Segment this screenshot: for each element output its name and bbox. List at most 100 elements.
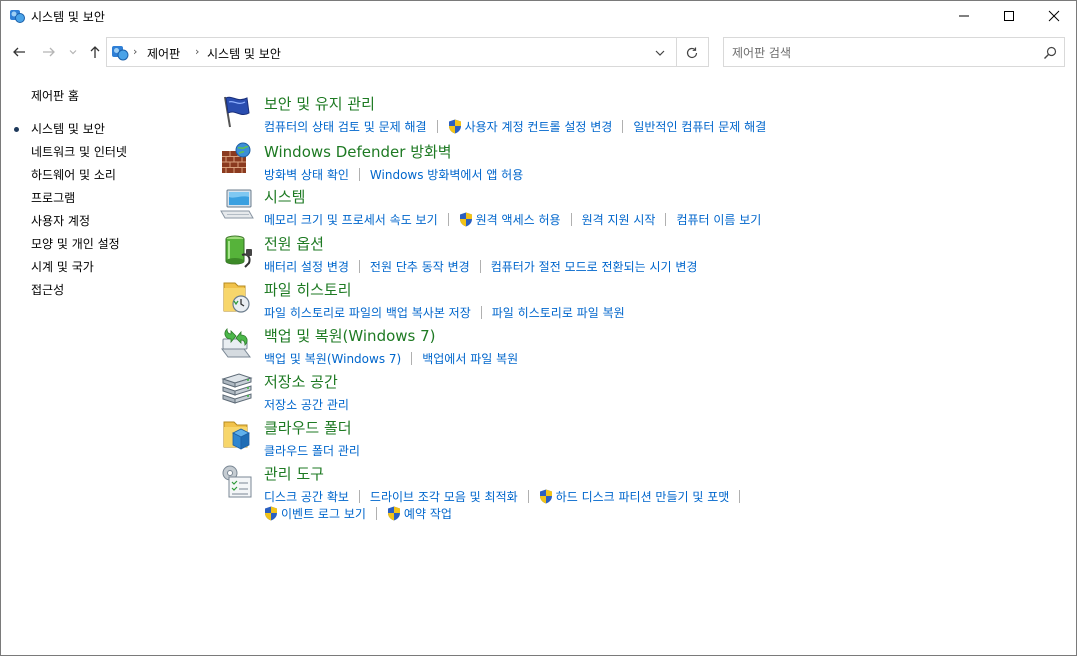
address-divider — [676, 38, 677, 66]
recent-locations-button[interactable] — [63, 42, 83, 62]
link-label: 일반적인 컴퓨터 문제 해결 — [633, 119, 767, 134]
cloud-folder-icon — [223, 421, 250, 450]
link-label: 배터리 설정 변경 — [264, 259, 349, 274]
nav-clock-region[interactable]: 시계 및 국가 — [31, 258, 94, 275]
link-restore-files[interactable]: 파일 히스토리로 파일 복원 — [492, 304, 625, 321]
link-label: 메모리 크기 및 프로세서 속도 보기 — [264, 212, 438, 227]
category-links: 저장소 공간 관리 — [264, 395, 349, 413]
category-links: 클라우드 폴더 관리 — [264, 441, 360, 459]
link-remote-assistance[interactable]: 원격 지원 시작 — [582, 211, 656, 228]
forward-button[interactable] — [39, 42, 59, 62]
nav-system-security[interactable]: 시스템 및 보안 — [31, 120, 105, 137]
link-firewall-status[interactable]: 방화벽 상태 확인 — [264, 166, 349, 183]
nav-hardware-sound[interactable]: 하드웨어 및 소리 — [31, 166, 116, 183]
link-label: 디스크 공간 확보 — [264, 489, 349, 504]
address-dropdown-button[interactable] — [652, 45, 668, 61]
category-links: 배터리 설정 변경 전원 단추 동작 변경 컴퓨터가 절전 모드로 전환되는 시… — [264, 257, 697, 275]
link-manage-storage[interactable]: 저장소 공간 관리 — [264, 396, 349, 413]
category-links: 백업 및 복원(Windows 7) 백업에서 파일 복원 — [264, 349, 518, 367]
link-remote-access[interactable]: 원격 액세스 허용 — [459, 211, 561, 228]
category-title[interactable]: 시스템 — [264, 186, 305, 207]
close-button[interactable] — [1031, 1, 1077, 31]
link-manage-cloud-folders[interactable]: 클라우드 폴더 관리 — [264, 442, 360, 459]
link-separator — [665, 212, 667, 226]
search-input[interactable] — [732, 44, 1032, 62]
uac-shield-icon — [459, 212, 472, 226]
category-links: 디스크 공간 확보 드라이브 조각 모음 및 최적화 하드 디스크 파티션 만들… — [264, 487, 750, 505]
link-label: 원격 액세스 허용 — [475, 212, 561, 227]
link-defragment[interactable]: 드라이브 조각 모음 및 최적화 — [370, 488, 518, 505]
backup-icon — [221, 328, 251, 358]
category-title[interactable]: 클라우드 폴더 — [264, 417, 352, 438]
navigation-bar: › 제어판 › 시스템 및 보안 — [1, 34, 1076, 70]
category-title[interactable]: 보안 및 유지 관리 — [264, 93, 375, 114]
breadcrumb-system-security[interactable]: 시스템 및 보안 — [207, 45, 281, 62]
link-disk-partitions[interactable]: 하드 디스크 파티션 만들기 및 포맷 — [539, 488, 729, 505]
link-power-button[interactable]: 전원 단추 동작 변경 — [370, 258, 470, 275]
link-troubleshoot[interactable]: 일반적인 컴퓨터 문제 해결 — [633, 118, 766, 135]
category-title[interactable]: 전원 옵션 — [264, 233, 324, 254]
uac-shield-icon — [448, 119, 461, 133]
link-review-status[interactable]: 컴퓨터의 상태 검토 및 문제 해결 — [264, 118, 427, 135]
link-backup-restore[interactable]: 백업 및 복원(Windows 7) — [264, 350, 401, 367]
control-panel-icon — [10, 10, 25, 23]
nav-user-accounts[interactable]: 사용자 계정 — [31, 212, 90, 229]
category-title[interactable]: 파일 히스토리 — [264, 279, 352, 300]
refresh-button[interactable] — [683, 44, 701, 62]
link-battery-settings[interactable]: 배터리 설정 변경 — [264, 258, 349, 275]
breadcrumb-separator: › — [133, 45, 138, 58]
link-label: 원격 지원 시작 — [581, 212, 656, 227]
address-bar[interactable]: › 제어판 › 시스템 및 보안 — [106, 37, 709, 67]
search-box[interactable] — [723, 37, 1065, 67]
link-label: 백업에서 파일 복원 — [422, 351, 519, 366]
breadcrumb-control-panel[interactable]: 제어판 — [147, 45, 180, 62]
uac-shield-icon — [387, 506, 400, 520]
link-separator — [375, 506, 377, 520]
maximize-icon — [1004, 11, 1014, 21]
minimize-button[interactable] — [941, 1, 987, 31]
back-button[interactable] — [9, 42, 29, 62]
link-allow-app[interactable]: Windows 방화벽에서 앱 허용 — [370, 166, 523, 183]
up-button[interactable] — [85, 42, 105, 62]
flag-icon — [224, 96, 250, 128]
category-title[interactable]: Windows Defender 방화벽 — [264, 141, 452, 162]
category-title[interactable]: 백업 및 복원(Windows 7) — [264, 325, 436, 346]
link-label: 드라이브 조각 모음 및 최적화 — [369, 489, 518, 504]
link-memory-processor[interactable]: 메모리 크기 및 프로세서 속도 보기 — [264, 211, 438, 228]
nav-appearance[interactable]: 모양 및 개인 설정 — [31, 235, 120, 252]
refresh-icon — [686, 47, 698, 59]
nav-control-panel-home[interactable]: 제어판 홈 — [31, 87, 79, 104]
link-separator — [739, 489, 741, 503]
link-label: 전원 단추 동작 변경 — [369, 259, 470, 274]
link-label: 이벤트 로그 보기 — [281, 506, 366, 521]
category-links: 컴퓨터의 상태 검토 및 문제 해결 사용자 계정 컨트롤 설정 변경 일반적인… — [264, 117, 766, 135]
link-uac-settings[interactable]: 사용자 계정 컨트롤 설정 변경 — [448, 118, 612, 135]
link-sleep-timing[interactable]: 컴퓨터가 절전 모드로 전환되는 시기 변경 — [491, 258, 698, 275]
link-label: 파일 히스토리로 파일 복원 — [491, 305, 625, 320]
category-links: 메모리 크기 및 프로세서 속도 보기 원격 액세스 허용 원격 지원 시작 컴… — [264, 210, 761, 228]
link-disk-cleanup[interactable]: 디스크 공간 확보 — [264, 488, 349, 505]
link-separator — [358, 489, 360, 503]
nav-network-internet[interactable]: 네트워크 및 인터넷 — [31, 143, 127, 160]
computer-icon — [220, 189, 254, 219]
search-icon[interactable] — [1042, 45, 1058, 61]
storage-icon — [221, 373, 253, 404]
control-panel-window: 시스템 및 보안 › 제어판 › 시스템 및 보안 제어판 검색 제어판 홈 시… — [0, 0, 1077, 656]
link-label: 저장소 공간 관리 — [264, 397, 349, 412]
link-event-logs[interactable]: 이벤트 로그 보기 — [264, 505, 366, 522]
window-title: 시스템 및 보안 — [31, 10, 105, 24]
link-separator — [479, 259, 481, 273]
link-computer-name[interactable]: 컴퓨터 이름 보기 — [676, 211, 761, 228]
uac-shield-icon — [265, 506, 277, 520]
category-title[interactable]: 저장소 공간 — [264, 371, 338, 392]
maximize-button[interactable] — [986, 1, 1032, 31]
link-scheduled-tasks[interactable]: 예약 작업 — [387, 505, 452, 522]
category-links: 방화벽 상태 확인 Windows 방화벽에서 앱 허용 — [264, 165, 523, 183]
link-restore-from-backup[interactable]: 백업에서 파일 복원 — [422, 350, 518, 367]
nav-ease-of-access[interactable]: 접근성 — [31, 281, 64, 298]
uac-shield-icon — [539, 489, 552, 503]
nav-programs[interactable]: 프로그램 — [31, 189, 75, 206]
category-links: 파일 히스토리로 파일의 백업 복사본 저장 파일 히스토리로 파일 복원 — [264, 303, 625, 321]
link-save-backup-copies[interactable]: 파일 히스토리로 파일의 백업 복사본 저장 — [264, 304, 471, 321]
category-title[interactable]: 관리 도구 — [264, 463, 324, 484]
